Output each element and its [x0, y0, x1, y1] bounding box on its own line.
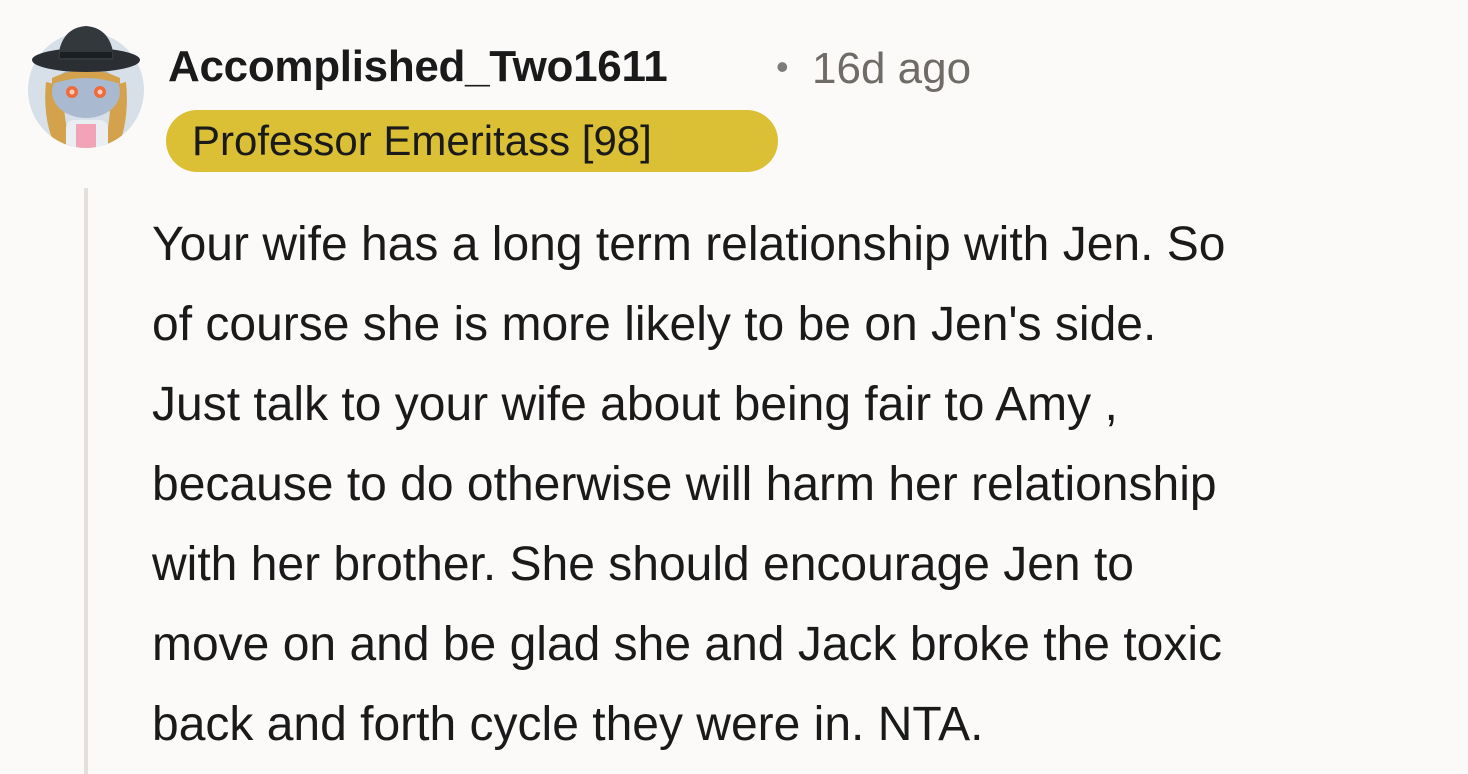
thread-collapse-line[interactable]: [84, 188, 88, 774]
user-flair-badge: Professor Emeritass [98]: [166, 110, 778, 172]
comment-body-line: move on and be glad she and Jack broke t…: [152, 618, 1223, 671]
comment-body-line: of course she is more likely to be on Je…: [152, 298, 1157, 351]
author-username[interactable]: Accomplished_Two1611: [168, 42, 668, 92]
snoo-avatar-icon: [28, 26, 144, 148]
user-flair-text: Professor Emeritass [98]: [192, 117, 652, 164]
comment: Accomplished_Two1611 • 16d ago Professor…: [0, 0, 1468, 774]
user-avatar[interactable]: [24, 22, 148, 152]
comment-body-line: Just talk to your wife about being fair …: [152, 378, 1118, 431]
comment-body-line: back and forth cycle they were in. NTA.: [152, 698, 984, 751]
comment-body-line: Your wife has a long term relationship w…: [152, 218, 1226, 271]
meta-separator: •: [776, 46, 789, 87]
comment-body-line: with her brother. She should encourage J…: [152, 538, 1134, 591]
comment-body: Your wife has a long term relationship w…: [152, 205, 1452, 765]
comment-timestamp[interactable]: 16d ago: [812, 44, 971, 94]
comment-body-line: because to do otherwise will harm her re…: [152, 458, 1217, 511]
